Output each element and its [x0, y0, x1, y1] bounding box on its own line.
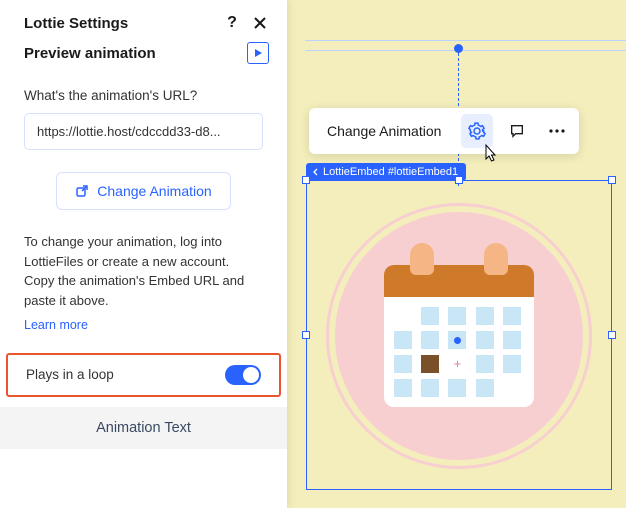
- help-text-section: To change your animation, log into Lotti…: [0, 210, 287, 335]
- calendar-ring: [410, 243, 434, 275]
- lottie-settings-panel: Lottie Settings ? Preview animation What…: [0, 0, 287, 508]
- preview-animation-label: Preview animation: [24, 45, 156, 62]
- preview-circle: +: [329, 206, 589, 466]
- ruler-guide: [305, 40, 626, 41]
- calendar-body: +: [384, 297, 534, 407]
- resize-handle[interactable]: [302, 331, 310, 339]
- alignment-dot: [454, 44, 463, 53]
- ruler-guide: [305, 50, 626, 51]
- help-text: To change your animation, log into Lotti…: [24, 232, 263, 310]
- loop-toggle[interactable]: [225, 365, 261, 385]
- element-badge[interactable]: LottieEmbed #lottieEmbed1: [306, 163, 466, 181]
- url-section: What's the animation's URL?: [0, 70, 287, 150]
- gear-icon: [468, 122, 486, 140]
- more-icon: [549, 129, 565, 133]
- calendar-header: [384, 265, 534, 297]
- animation-text-tab[interactable]: Animation Text: [0, 407, 287, 449]
- external-link-icon: [75, 184, 89, 198]
- calendar-ring: [484, 243, 508, 275]
- pointer-cursor-icon: [480, 143, 500, 170]
- panel-header: Lottie Settings ?: [0, 0, 287, 32]
- calendar-icon: +: [384, 265, 534, 407]
- resize-handle[interactable]: [608, 331, 616, 339]
- animation-url-input[interactable]: [24, 113, 263, 150]
- resize-handle[interactable]: [302, 176, 310, 184]
- change-animation-button[interactable]: Change Animation: [56, 172, 230, 210]
- element-toolbar: Change Animation: [309, 108, 579, 154]
- header-icons: ?: [223, 14, 269, 32]
- comment-button[interactable]: [501, 115, 533, 147]
- resize-handle[interactable]: [455, 176, 463, 184]
- close-icon[interactable]: [251, 14, 269, 32]
- play-button[interactable]: [247, 42, 269, 64]
- resize-handle[interactable]: [608, 176, 616, 184]
- url-field-label: What's the animation's URL?: [24, 88, 263, 103]
- help-icon[interactable]: ?: [223, 14, 241, 32]
- change-animation-wrap: Change Animation: [0, 150, 287, 210]
- learn-more-link[interactable]: Learn more: [24, 316, 88, 335]
- canvas-area: Change Animation LottieEmbed #lottieEmbe…: [287, 0, 626, 508]
- more-button[interactable]: [541, 121, 573, 141]
- panel-title: Lottie Settings: [24, 15, 128, 32]
- lottie-preview: +: [312, 186, 606, 486]
- change-animation-label: Change Animation: [97, 183, 211, 199]
- preview-row: Preview animation: [0, 32, 287, 70]
- change-animation-toolbar-button[interactable]: Change Animation: [315, 115, 453, 147]
- plays-in-loop-row: Plays in a loop: [6, 353, 281, 397]
- badge-label: LottieEmbed #lottieEmbed1: [323, 166, 458, 178]
- loop-label: Plays in a loop: [26, 367, 114, 382]
- chevron-left-icon: [312, 168, 320, 176]
- speech-bubble-icon: [509, 123, 525, 139]
